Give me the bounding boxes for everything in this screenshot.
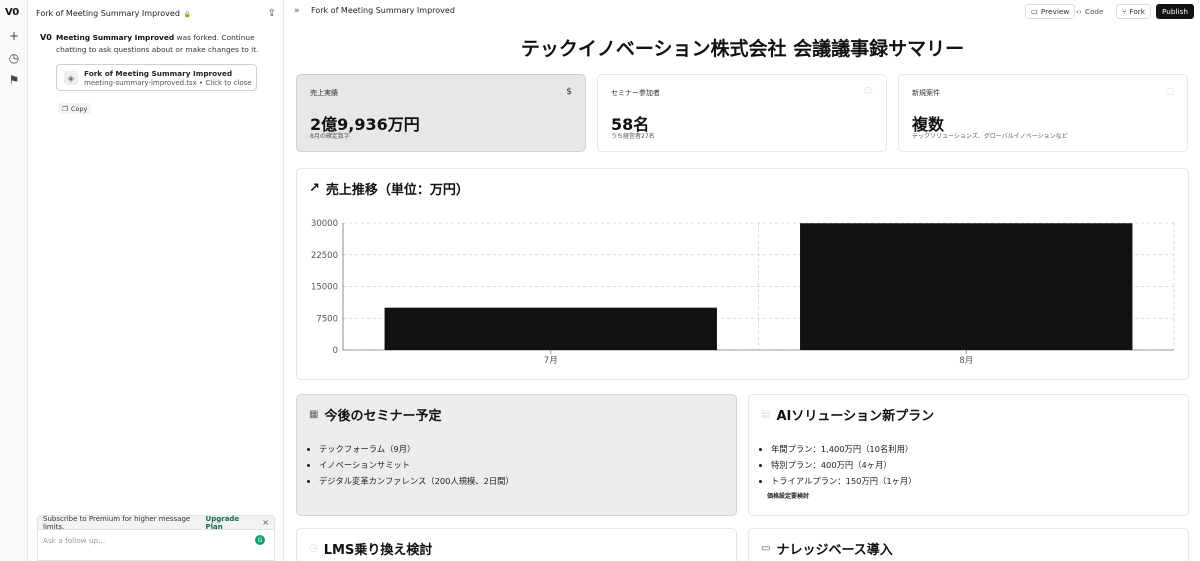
grammarly-icon[interactable]: G [255, 535, 265, 545]
stat-card-seminar[interactable]: セミナー参加者 ☺ 58名 うち経営者27名 [597, 74, 887, 152]
left-rail: V0 + ◷ ⚑ [0, 0, 28, 561]
stat-sub: 8月の確定数字 [310, 133, 350, 140]
new-chat-icon[interactable]: + [6, 28, 22, 44]
seminar-heading: ▦ 今後のセミナー予定 [309, 409, 442, 424]
stat-label: 新規案件 [912, 89, 940, 97]
code-icon: ‹› [1076, 7, 1082, 16]
followup-box: G [37, 530, 275, 561]
followup-input[interactable] [43, 536, 243, 545]
calendar-icon: ▦ [309, 409, 319, 420]
preview-icon: ▭ [1031, 7, 1038, 16]
y-tick-label: 0 [333, 346, 338, 356]
sales-bar-chart: 0 7500 15000 22500 30000 7月 8月 [311, 219, 1175, 366]
clock-icon: ◷ [309, 543, 318, 554]
lms-heading: ◷ LMS乗り換え検討 [309, 543, 433, 558]
code-button[interactable]: ‹› Code [1071, 4, 1109, 19]
assistant-message: V0 Meeting Summary Improved was forked. … [40, 32, 275, 56]
stat-sub: テックソリューションズ、グローバルイノベーションなど [912, 133, 1068, 140]
list-item: テックフォーラム（9月） [319, 441, 514, 457]
seminar-list: テックフォーラム（9月） イノベーションサミット デジタル変革カンファレンス（2… [319, 441, 514, 489]
kb-card: ▭ ナレッジベース導入 [748, 528, 1189, 561]
x-tick-label: 8月 [959, 356, 973, 366]
ai-plan-heading: ▤ AIソリューション新プラン [761, 409, 935, 424]
fork-card-title: Fork of Meeting Summary Improved [84, 69, 233, 78]
stat-label: セミナー参加者 [611, 89, 660, 97]
list-item: デジタル変革カンファレンス（200人規模、2日間） [319, 473, 514, 489]
preview-button[interactable]: ▭ Preview [1025, 4, 1076, 19]
dollar-icon: $ [566, 87, 572, 97]
upgrade-text: Subscribe to Premium for higher message … [43, 514, 191, 531]
stat-card-sales[interactable]: 売上実績 $ 2億9,936万円 8月の確定数字 [296, 74, 586, 152]
lms-card: ◷ LMS乗り換え検討 [296, 528, 737, 561]
users-icon: ☺ [863, 87, 873, 97]
stat-label: 売上実績 [310, 89, 338, 97]
list-item: 特別プラン：400万円（4ヶ月） [771, 457, 917, 473]
seminar-card: ▦今後のセミナー予定 テックフォーラム（9月） イノベーションサミット デジタル… [296, 394, 737, 516]
cube-icon: ◈ [64, 71, 78, 85]
fork-card[interactable]: ◈ Fork of Meeting Summary Improved meeti… [56, 64, 257, 91]
preview-toolbar: » Fork of Meeting Summary Improved ▭ Prev… [285, 0, 1200, 24]
lock-icon: 🔒 [181, 10, 192, 18]
copy-icon: ❐ [62, 104, 68, 113]
preview-title: Fork of Meeting Summary Improved [311, 6, 455, 15]
ai-plan-card: ▤AIソリューション新プラン 年間プラン：1,400万円（10名利用） 特別プラ… [748, 394, 1189, 516]
fork-button[interactable]: ⑂ Fork [1116, 4, 1152, 19]
list-item: トライアルプラン：150万円（1ヶ月） [771, 473, 917, 489]
v0-logo[interactable]: V0 [5, 7, 19, 18]
message-project-name: Meeting Summary Improved [56, 33, 175, 42]
x-tick-label: 7月 [544, 356, 558, 366]
close-icon[interactable]: × [262, 518, 269, 527]
ai-plan-note: 価格設定要検討 [767, 493, 810, 500]
publish-button[interactable]: Publish [1156, 4, 1195, 19]
share-icon[interactable]: ⇪ [268, 8, 276, 19]
sales-chart-card: ↗ 売上推移（単位：万円） 0 7500 15000 22500 30000 7月 8月 [296, 168, 1189, 380]
bar [800, 223, 1133, 350]
y-tick-label: 30000 [311, 219, 338, 229]
fork-icon: ⑂ [1122, 7, 1127, 16]
y-tick-label: 7500 [316, 314, 338, 324]
message-icon: ▭ [761, 543, 771, 554]
list-item: 年間プラン：1,400万円（10名利用） [771, 441, 917, 457]
upgrade-plan-link[interactable]: Upgrade Plan [206, 515, 257, 531]
ai-plan-list: 年間プラン：1,400万円（10名利用） 特別プラン：400万円（4ヶ月） トラ… [771, 441, 917, 489]
y-tick-label: 22500 [311, 251, 338, 261]
kb-heading: ▭ ナレッジベース導入 [761, 543, 893, 558]
list-item: イノベーションサミット [319, 457, 514, 473]
trending-up-icon: ↗ [309, 181, 320, 196]
stat-card-projects[interactable]: 新規案件 ▢ 複数 テックソリューションズ、グローバルイノベーションなど [898, 74, 1188, 152]
chat-header: Fork of Meeting Summary Improved 🔒 ⇪ [36, 6, 276, 20]
page-title: テックイノベーション株式会社 会議議事録サマリー [520, 38, 965, 60]
fork-card-file: meeting-summary-improved.tsx • Click to … [84, 79, 252, 87]
chat-panel: Fork of Meeting Summary Improved 🔒 ⇪ V0 … [28, 0, 284, 561]
collapse-sidebar-icon[interactable]: » [294, 6, 300, 16]
copy-button[interactable]: ❐ Copy [58, 103, 92, 114]
bar [384, 307, 717, 350]
upgrade-banner: Subscribe to Premium for higher message … [37, 514, 275, 531]
document-icon: ▤ [761, 409, 771, 420]
flag-icon[interactable]: ⚑ [6, 72, 22, 88]
briefcase-icon: ▢ [1165, 87, 1174, 97]
y-tick-label: 15000 [311, 283, 338, 293]
history-icon[interactable]: ◷ [6, 50, 22, 66]
chat-title[interactable]: Fork of Meeting Summary Improved 🔒 [36, 9, 191, 18]
stat-sub: うち経営者27名 [611, 133, 655, 140]
chart-heading: ↗ 売上推移（単位：万円） [309, 181, 469, 198]
message-text: Meeting Summary Improved was forked. Con… [56, 32, 275, 56]
v0-avatar-icon: V0 [40, 33, 52, 42]
preview-canvas: テックイノベーション株式会社 会議議事録サマリー 売上実績 $ 2億9,936万… [285, 24, 1200, 561]
